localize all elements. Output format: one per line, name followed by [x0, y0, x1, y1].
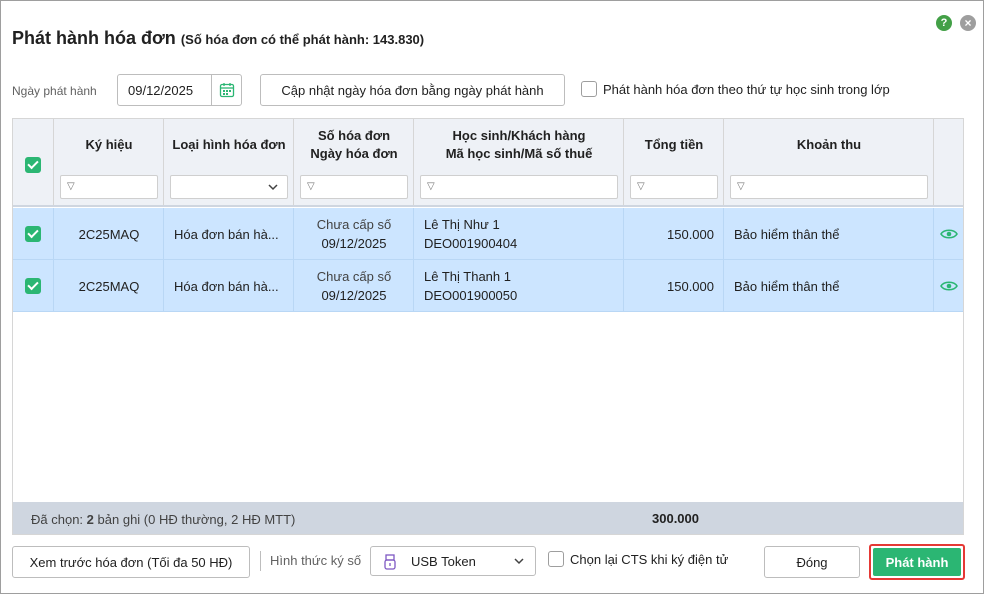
issue-button-highlight: Phát hành: [869, 544, 965, 580]
summary-total: 300.000: [652, 511, 699, 526]
sign-method-value: USB Token: [411, 554, 476, 569]
select-all-checkbox[interactable]: [25, 157, 41, 173]
cell-type: Hóa đơn bán hà...: [174, 278, 279, 294]
invoice-grid: Ký hiệu Loại hình hóa đơn Số hóa đơn Ngà…: [12, 118, 964, 535]
filter-symbol-input[interactable]: ▽: [60, 175, 158, 199]
cell-total: 150.000: [667, 226, 714, 242]
close-button[interactable]: Đóng: [764, 546, 860, 578]
cell-fee: Bảo hiểm thân thể: [734, 226, 840, 242]
calendar-icon[interactable]: [211, 75, 241, 105]
subtitle-suffix: ): [419, 32, 425, 47]
row-checkbox[interactable]: [25, 278, 41, 294]
cell-type: Hóa đơn bán hà...: [174, 226, 279, 242]
issue-date-label: Ngày phát hành: [12, 84, 97, 98]
filter-icon: ▽: [427, 181, 435, 192]
filter-icon: ▽: [737, 181, 745, 192]
grid-header: Ký hiệu Loại hình hóa đơn Số hóa đơn Ngà…: [13, 119, 963, 207]
issue-date-value: 09/12/2025: [128, 83, 194, 98]
order-checkbox[interactable]: [581, 81, 597, 97]
dialog-subtitle: (Số hóa đơn có thể phát hành: 143.830): [181, 32, 424, 47]
cell-total: 150.000: [667, 278, 714, 294]
chevron-down-icon: [267, 181, 279, 196]
issue-date-input[interactable]: 09/12/2025: [117, 74, 242, 106]
chevron-down-icon: [513, 555, 525, 570]
issue-button[interactable]: Phát hành: [873, 548, 961, 576]
view-eye-icon[interactable]: [934, 260, 963, 312]
dialog-title-text: Phát hành hóa đơn: [12, 28, 176, 48]
row-checkbox[interactable]: [25, 226, 41, 242]
issue-invoice-dialog: Phát hành hóa đơn (Số hóa đơn có thể phá…: [0, 0, 984, 594]
cell-number-date: Chưa cấp số 09/12/2025: [316, 217, 392, 251]
filter-customer-input[interactable]: ▽: [420, 175, 618, 199]
sign-method-select[interactable]: USB Token: [370, 546, 536, 576]
cell-symbol: 2C25MAQ: [78, 278, 140, 294]
usb-icon: [383, 554, 397, 573]
order-option[interactable]: Phát hành hóa đơn theo thứ tự học sinh t…: [581, 81, 890, 97]
selected-summary: Đã chọn: 2 bản ghi (0 HĐ thường, 2 HĐ MT…: [31, 512, 296, 527]
filter-icon: ▽: [67, 181, 75, 192]
filter-fee-input[interactable]: ▽: [730, 175, 928, 199]
dialog-title: Phát hành hóa đơn (Số hóa đơn có thể phá…: [12, 28, 424, 49]
filter-type-select[interactable]: [170, 175, 288, 199]
cell-number-date: Chưa cấp số 09/12/2025: [316, 269, 392, 303]
table-row[interactable]: 2C25MAQ Hóa đơn bán hà... Chưa cấp số 09…: [13, 260, 963, 312]
header-fee[interactable]: Khoản thu: [724, 119, 934, 171]
grid-summary-bar: Đã chọn: 2 bản ghi (0 HĐ thường, 2 HĐ MT…: [13, 502, 963, 534]
header-symbol[interactable]: Ký hiệu: [54, 119, 164, 171]
available-count: 143.830: [372, 32, 420, 47]
filter-icon: ▽: [637, 181, 645, 192]
close-icon[interactable]: ×: [960, 15, 976, 31]
filter-number-input[interactable]: ▽: [300, 175, 408, 199]
header-number-date[interactable]: Số hóa đơn Ngày hóa đơn: [294, 119, 414, 171]
filter-total-input[interactable]: ▽: [630, 175, 718, 199]
reselect-cts-label: Chọn lại CTS khi ký điện tử: [570, 551, 729, 567]
order-option-label: Phát hành hóa đơn theo thứ tự học sinh t…: [603, 81, 890, 97]
header-type[interactable]: Loại hình hóa đơn: [164, 119, 294, 171]
cell-customer: Lê Thị Như 1 DEO001900404: [424, 217, 518, 251]
reselect-cts-option[interactable]: Chọn lại CTS khi ký điện tử: [548, 551, 728, 567]
header-customer[interactable]: Học sinh/Khách hàng Mã học sinh/Mã số th…: [414, 119, 624, 171]
sign-method-label: Hình thức ký số: [270, 553, 362, 568]
subtitle-prefix: (Số hóa đơn có thể phát hành:: [180, 32, 370, 47]
help-icon[interactable]: ?: [936, 15, 952, 31]
header-total[interactable]: Tổng tiền: [624, 119, 724, 171]
cell-customer: Lê Thị Thanh 1 DEO001900050: [424, 269, 518, 303]
divider: [260, 551, 261, 571]
preview-invoice-button[interactable]: Xem trước hóa đơn (Tối đa 50 HĐ): [12, 546, 250, 578]
reselect-cts-checkbox[interactable]: [548, 551, 564, 567]
filter-icon: ▽: [307, 181, 315, 192]
view-eye-icon[interactable]: [934, 208, 963, 260]
update-date-button[interactable]: Cập nhật ngày hóa đơn bằng ngày phát hàn…: [260, 74, 565, 106]
cell-fee: Bảo hiểm thân thể: [734, 278, 840, 294]
cell-symbol: 2C25MAQ: [78, 226, 140, 242]
table-row[interactable]: 2C25MAQ Hóa đơn bán hà... Chưa cấp số 09…: [13, 208, 963, 260]
